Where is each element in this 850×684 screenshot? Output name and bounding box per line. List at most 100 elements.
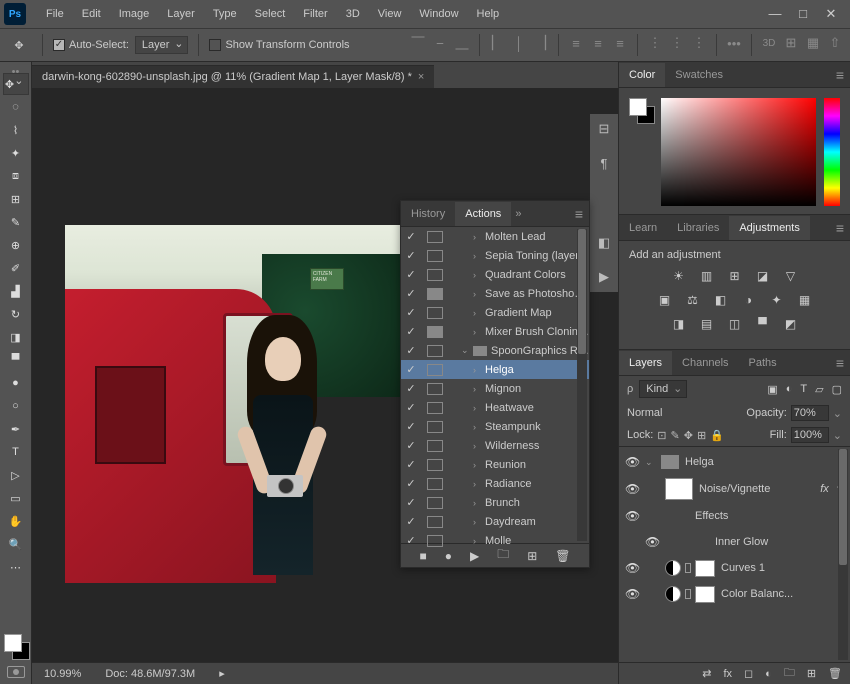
invert-icon[interactable]: ◨ [670,317,688,331]
styles-panel-icon[interactable]: ◧ [595,234,613,252]
more-align-icon[interactable]: ••• [725,34,743,52]
action-row[interactable]: ✓⌄SpoonGraphics Retr... [401,341,589,360]
layer-row[interactable]: 👁Noise/Vignettefx⌃ [619,475,850,503]
hand-tool[interactable]: ✋ [3,510,29,532]
minimize-button[interactable]: — [768,7,782,21]
status-arrow-icon[interactable]: ▸ [219,667,225,680]
layer-row[interactable]: 👁Color Balanc... [619,581,850,607]
doc-info[interactable]: Doc: 48.6M/97.3M [105,668,195,680]
levels-icon[interactable]: ▥ [698,269,716,283]
lock-all-icon[interactable]: 🔒 [710,429,724,442]
align-hcenter-icon[interactable]: │ [510,34,528,52]
paths-tab[interactable]: Paths [739,351,787,375]
distribute-right-icon[interactable]: ⋮ [690,34,708,52]
adjustments-panel-menu-icon[interactable]: ≡ [830,220,850,236]
action-row[interactable]: ✓›Reunion [401,455,589,474]
action-row[interactable]: ✓›Gradient Map [401,303,589,322]
curves-icon[interactable]: ⊞ [726,269,744,283]
filter-adjust-icon[interactable]: ◐ [786,383,793,396]
layer-mask-icon[interactable]: ◻ [744,667,753,680]
filter-smart-icon[interactable]: ▢ [832,383,842,396]
bw-icon[interactable]: ◧ [712,293,730,307]
char-panel-icon[interactable]: ⊟ [595,120,613,138]
brightness-icon[interactable]: ☀ [670,269,688,283]
play-panel-icon[interactable]: ▶ [595,268,613,286]
quick-select-tool[interactable]: ✦ [3,142,29,164]
auto-select-target-dropdown[interactable]: Layer [135,36,189,54]
lock-artboard-icon[interactable]: ⊞ [697,429,706,442]
align-right-icon[interactable]: ▕ [532,34,550,52]
libraries-tab[interactable]: Libraries [667,216,729,240]
new-fill-icon[interactable]: ◐ [765,668,772,680]
history-tab[interactable]: History [401,202,455,226]
layers-scrollbar[interactable] [838,449,848,660]
gpu-icon[interactable]: ⊞ [782,34,800,52]
menu-filter[interactable]: Filter [295,4,335,24]
share-icon[interactable]: ⇧ [826,34,844,52]
layer-row[interactable]: 👁⌄Helga [619,449,850,475]
gradient-map-icon[interactable]: ▀ [754,317,772,331]
stamp-tool[interactable]: ▟ [3,280,29,302]
lock-position-icon[interactable]: ✥ [684,429,693,442]
menu-layer[interactable]: Layer [159,4,203,24]
action-row[interactable]: ✓›Mignon [401,379,589,398]
color-field[interactable] [661,98,816,206]
fill-input[interactable] [791,427,829,443]
history-brush-tool[interactable]: ↻ [3,303,29,325]
delete-layer-icon[interactable]: 🗑 [828,667,842,680]
threshold-icon[interactable]: ◫ [726,317,744,331]
menu-window[interactable]: Window [411,4,466,24]
layer-row[interactable]: 👁Curves 1 [619,555,850,581]
color-panel-menu-icon[interactable]: ≡ [830,67,850,83]
rectangle-tool[interactable]: ▭ [3,487,29,509]
adjustments-tab[interactable]: Adjustments [729,216,810,240]
action-row[interactable]: ✓›Quadrant Colors [401,265,589,284]
delete-icon[interactable]: 🗑 [555,549,570,563]
layers-panel-menu-icon[interactable]: ≡ [830,355,850,371]
link-layers-icon[interactable]: ⇄ [702,667,711,680]
blur-tool[interactable]: ● [3,372,29,394]
action-row[interactable]: ✓›Molten Lead [401,227,589,246]
align-vcenter-icon[interactable]: ⎯ [431,34,449,52]
actions-tab[interactable]: Actions [455,202,511,226]
record-icon[interactable]: ● [445,549,452,563]
dodge-tool[interactable]: ○ [3,395,29,417]
lock-transparent-icon[interactable]: ⊡ [657,429,666,442]
eyedropper-tool[interactable]: ✎ [3,211,29,233]
document-tab[interactable]: darwin-kong-602890-unsplash.jpg @ 11% (G… [32,65,434,88]
color-tab[interactable]: Color [619,63,665,87]
distribute-vcenter-icon[interactable]: ≡ [589,34,607,52]
panel-menu-icon[interactable]: ≡ [569,206,589,222]
vibrance-icon[interactable]: ▽ [782,269,800,283]
layers-tab[interactable]: Layers [619,351,672,375]
action-row[interactable]: ✓›Molle [401,531,589,550]
filter-pixel-icon[interactable]: ▣ [767,383,777,396]
gradient-tool[interactable]: ▀ [3,349,29,371]
arrange-icon[interactable]: ▦ [804,34,822,52]
align-bottom-icon[interactable]: ⎽ [453,34,471,52]
move-tool[interactable]: ✥ [3,73,29,95]
learn-tab[interactable]: Learn [619,216,667,240]
eraser-tool[interactable]: ◨ [3,326,29,348]
lock-image-icon[interactable]: ✎ [671,429,680,442]
filter-type-icon[interactable]: T [800,383,807,396]
menu-image[interactable]: Image [111,4,158,24]
pen-tool[interactable]: ✒ [3,418,29,440]
action-row[interactable]: ✓›Mixer Brush Cloning... [401,322,589,341]
menu-view[interactable]: View [370,4,410,24]
menu-file[interactable]: File [38,4,72,24]
action-row[interactable]: ✓›Daydream [401,512,589,531]
healing-tool[interactable]: ⊕ [3,234,29,256]
zoom-tool[interactable]: 🔍 [3,533,29,555]
color-balance-icon[interactable]: ⚖ [684,293,702,307]
maximize-button[interactable]: □ [796,7,810,21]
tab-close-icon[interactable]: × [418,71,424,83]
canvas-area[interactable]: CITIZEN FARM ⊟ ¶ ◧ ▶ History [32,88,618,662]
quick-mask-icon[interactable] [7,666,25,678]
filter-shape-icon[interactable]: ▱ [815,383,823,396]
hue-slider[interactable] [824,98,840,206]
color-foreground-background[interactable] [629,98,653,204]
menu-select[interactable]: Select [247,4,294,24]
distribute-left-icon[interactable]: ⋮ [646,34,664,52]
brush-tool[interactable]: ✐ [3,257,29,279]
